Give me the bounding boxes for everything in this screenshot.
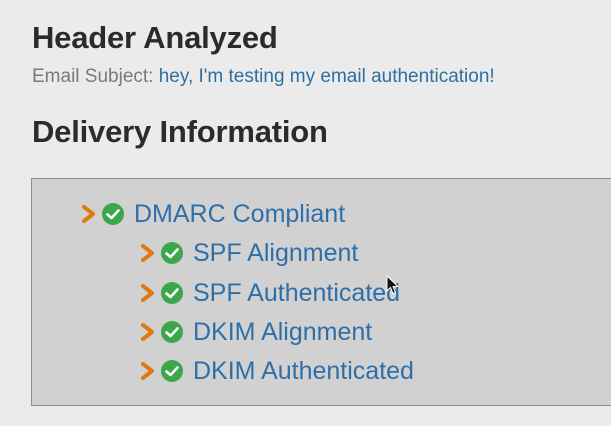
- email-subject-row: Email Subject: hey, I'm testing my email…: [32, 66, 495, 88]
- email-subject-value: hey, I'm testing my email authentication…: [158, 66, 495, 87]
- check-circle-icon: [161, 360, 183, 382]
- tree-item-dkim-authenticated[interactable]: DKIM Authenticated: [140, 356, 414, 386]
- check-circle-icon: [161, 282, 183, 304]
- tree-item-label[interactable]: DMARC Compliant: [134, 200, 345, 229]
- check-circle-icon: [161, 242, 183, 264]
- delivery-info-panel: DMARC Compliant SPF Alignment SPF Authen…: [31, 178, 611, 406]
- mouse-cursor-icon: [386, 275, 400, 295]
- tree-item-label[interactable]: DKIM Alignment: [193, 318, 372, 347]
- chevron-right-icon[interactable]: [81, 205, 97, 223]
- tree-item-dmarc-compliant[interactable]: DMARC Compliant: [81, 199, 345, 229]
- chevron-right-icon[interactable]: [140, 284, 156, 302]
- tree-item-label[interactable]: DKIM Authenticated: [193, 357, 414, 386]
- tree-item-label[interactable]: SPF Alignment: [193, 239, 358, 268]
- section-title: Delivery Information: [32, 114, 328, 149]
- tree-item-spf-alignment[interactable]: SPF Alignment: [140, 238, 358, 268]
- check-circle-icon: [102, 203, 124, 225]
- tree-item-spf-authenticated[interactable]: SPF Authenticated: [140, 278, 400, 308]
- chevron-right-icon[interactable]: [140, 244, 156, 262]
- page: Header Analyzed Email Subject: hey, I'm …: [0, 0, 611, 426]
- page-title: Header Analyzed: [32, 20, 278, 55]
- check-circle-icon: [161, 321, 183, 343]
- chevron-right-icon[interactable]: [140, 323, 156, 341]
- email-subject-label: Email Subject:: [32, 66, 154, 87]
- tree-item-label[interactable]: SPF Authenticated: [193, 279, 400, 308]
- tree-item-dkim-alignment[interactable]: DKIM Alignment: [140, 317, 372, 347]
- chevron-right-icon[interactable]: [140, 362, 156, 380]
